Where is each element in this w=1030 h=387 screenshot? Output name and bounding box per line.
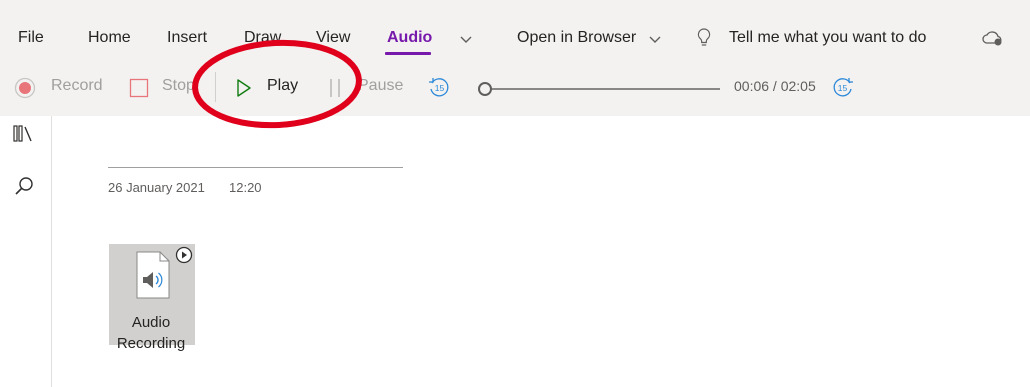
page-date: 26 January 2021 [108,180,205,195]
open-in-browser-chevron-icon[interactable] [648,32,662,46]
audio-file-icon [136,251,170,299]
tab-home[interactable]: Home [88,29,131,47]
record-icon [14,77,36,99]
audio-toolbar: Record Stop Play Pause 15 00:06 / 02:05 [0,62,1030,116]
ribbon: File Home Insert Draw View Audio Open in… [0,0,1030,116]
red-annotation-circle [192,39,362,129]
playback-time: 00:06 / 02:05 [734,78,816,94]
left-navigation [0,116,52,387]
page-title-underline[interactable] [108,167,403,168]
playback-slider[interactable] [476,82,720,96]
forward-15-icon[interactable]: 15 [831,75,857,99]
play-badge-icon[interactable] [175,246,193,264]
search-icon[interactable] [14,176,36,198]
tab-audio[interactable]: Audio [387,29,432,47]
menu-bar: File Home Insert Draw View Audio Open in… [0,0,1030,62]
tell-me-search[interactable]: Tell me what you want to do [729,29,926,47]
stop-icon [129,78,149,98]
slider-thumb[interactable] [478,82,492,96]
active-tab-indicator [385,52,431,55]
record-button[interactable]: Record [51,77,103,95]
attachment-label: Audio Recording [116,314,186,352]
forward-seconds-label: 15 [838,83,848,93]
more-tabs-chevron-icon[interactable] [459,32,473,46]
slider-track [484,88,720,90]
notebooks-icon[interactable] [12,124,38,144]
open-in-browser-button[interactable]: Open in Browser [517,29,636,47]
rewind-seconds-label: 15 [435,83,445,93]
rewind-15-icon[interactable]: 15 [427,75,451,99]
cloud-sync-icon[interactable] [981,29,1005,47]
page-time: 12:20 [229,180,262,195]
tab-file[interactable]: File [18,29,44,47]
lightbulb-icon [697,28,711,46]
